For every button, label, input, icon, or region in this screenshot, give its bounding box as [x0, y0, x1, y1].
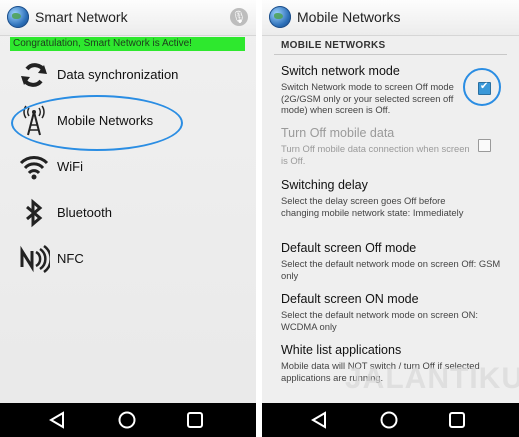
turn-off-mobile-data-checkbox [478, 139, 491, 152]
menu-label: Bluetooth [57, 205, 112, 220]
highlight-oval [11, 95, 183, 151]
app-globe-icon [7, 6, 29, 28]
app-title-bar: Smart Network 🎙 [0, 0, 256, 36]
setting-description: Turn Off mobile data connection when scr… [281, 143, 470, 166]
highlight-circle [463, 68, 501, 106]
back-icon[interactable] [310, 411, 328, 429]
android-nav-bar [0, 403, 256, 437]
menu-item-data-synchronization[interactable]: Data synchronization [0, 53, 256, 97]
nfc-icon [20, 244, 50, 274]
android-nav-bar [262, 403, 519, 437]
setting-switching-delay[interactable]: Switching delay Select the delay screen … [281, 178, 509, 218]
setting-title: Default screen Off mode [281, 241, 417, 255]
menu-item-nfc[interactable]: NFC [0, 237, 256, 281]
home-icon[interactable] [118, 411, 136, 429]
setting-description: Select the delay screen goes Off before … [281, 195, 464, 218]
mobile-networks-screen: Mobile Networks MOBILE NETWORKS Switch n… [262, 0, 519, 437]
home-icon[interactable] [380, 411, 398, 429]
bluetooth-icon [26, 198, 43, 228]
menu-label: Data synchronization [57, 67, 179, 82]
app-globe-icon [269, 6, 291, 28]
setting-title: Turn Off mobile data [281, 126, 395, 140]
section-divider [274, 54, 507, 55]
setting-turn-off-mobile-data: Turn Off mobile data Turn Off mobile dat… [281, 126, 509, 166]
setting-default-screen-off-mode[interactable]: Default screen Off mode Select the defau… [281, 241, 509, 281]
setting-description: Select the default network mode on scree… [281, 309, 478, 332]
recent-apps-icon[interactable] [186, 411, 204, 429]
menu-label: NFC [57, 251, 84, 266]
app-title-bar: Mobile Networks [262, 0, 519, 36]
back-icon[interactable] [48, 411, 66, 429]
menu-item-bluetooth[interactable]: Bluetooth [0, 191, 256, 235]
sync-icon [21, 63, 47, 87]
setting-title: White list applications [281, 343, 402, 357]
app-title: Smart Network [35, 9, 128, 25]
recent-apps-icon[interactable] [448, 411, 466, 429]
section-header: MOBILE NETWORKS [281, 40, 386, 51]
status-banner: Congratulation, Smart Network is Active! [10, 37, 245, 51]
setting-title: Switching delay [281, 178, 368, 192]
app-title: Mobile Networks [297, 9, 401, 25]
setting-description: Switch Network mode to screen Off mode (… [281, 81, 454, 115]
menu-item-wifi[interactable]: WiFi [0, 145, 256, 189]
smart-network-screen: Smart Network 🎙 Congratulation, Smart Ne… [0, 0, 256, 437]
microphone-icon[interactable]: 🎙 [230, 8, 248, 26]
setting-default-screen-on-mode[interactable]: Default screen ON mode Select the defaul… [281, 292, 509, 332]
wifi-icon [19, 156, 49, 180]
setting-title: Default screen ON mode [281, 292, 419, 306]
menu-label: WiFi [57, 159, 83, 174]
watermark-text: JALANTIKUS [345, 362, 519, 395]
setting-description: Select the default network mode on scree… [281, 258, 501, 281]
